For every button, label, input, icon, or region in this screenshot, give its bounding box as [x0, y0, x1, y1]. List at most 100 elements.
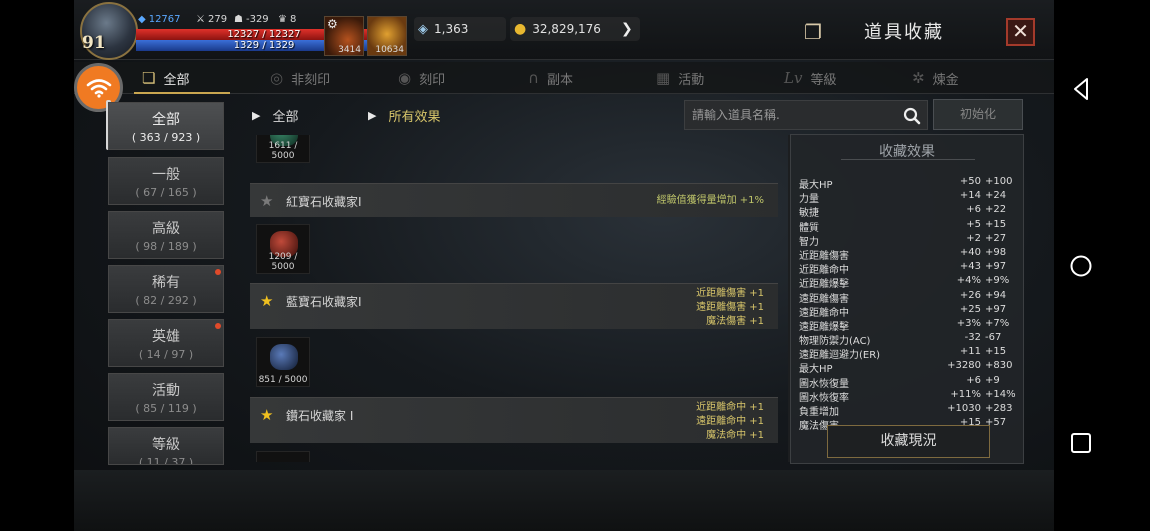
- collection-row[interactable]: ★ 藍寶石收藏家I 近距離傷害 +1 遠距離傷害 +1 魔法傷害 +1: [250, 283, 778, 329]
- collection-book-icon: ❐: [804, 20, 822, 44]
- effect-current-value: +11%: [950, 388, 981, 400]
- tab-engrave[interactable]: ◉ 刻印: [398, 66, 445, 90]
- category-count: ( 14 / 97 ): [138, 348, 194, 361]
- quick-slot-potion[interactable]: ⚙ 3414: [324, 16, 364, 56]
- effect-stat-row: 遠距離傷害 +26 +94: [799, 289, 1019, 305]
- collection-effects: 經驗值獲得量增加 +1%: [657, 194, 764, 208]
- tab-dungeon[interactable]: ∩ 副本: [528, 66, 573, 90]
- category-filter-label: 全部: [272, 110, 299, 125]
- effect-current-value: +5: [966, 218, 981, 230]
- effect-current-value: +6: [966, 374, 981, 386]
- gold-coin-icon: ●: [514, 21, 527, 37]
- category-name: 英雄: [152, 329, 180, 345]
- effect-stat-name: 遠距離迴避力(ER): [799, 350, 881, 362]
- collection-item-slot[interactable]: 1611 / 5000: [256, 135, 310, 163]
- notification-dot: [215, 269, 221, 275]
- karma-stat: ☗ -329: [234, 14, 269, 25]
- diamond-currency: ◈ 1,363: [414, 17, 506, 41]
- effect-stat-row: 最大HP +50 +100: [799, 176, 1019, 191]
- effect-stat-row: 最大HP +3280 +830: [799, 360, 1019, 375]
- item-search-input[interactable]: [685, 101, 895, 129]
- quick-slot-count: 10634: [375, 45, 404, 55]
- effect-stat-row: 力量 +14 +24: [799, 190, 1019, 205]
- tab-alchemy[interactable]: ✲ 煉金: [912, 66, 959, 90]
- effect-max-value: +9: [985, 374, 1000, 386]
- back-button[interactable]: [1068, 76, 1094, 102]
- collection-row[interactable]: ★ 紅寶石收藏家I 經驗值獲得量增加 +1%: [250, 183, 778, 217]
- item-search-box: [684, 100, 928, 130]
- effect-stat-row: 敏捷 +6 +22: [799, 204, 1019, 219]
- gear-icon[interactable]: ⚙: [327, 17, 338, 31]
- star-icon[interactable]: ★: [260, 192, 273, 210]
- trophy-value: 8: [289, 14, 297, 25]
- close-button[interactable]: ✕: [1006, 18, 1035, 46]
- category-level[interactable]: 等級 ( 11 / 37 ): [108, 427, 224, 465]
- effect-stat-name: 負重增加: [799, 407, 839, 418]
- tab-event[interactable]: ▦ 活動: [656, 66, 704, 90]
- effect-current-value: +14: [959, 190, 981, 202]
- quick-slot-count: 3414: [338, 45, 361, 55]
- level-icon: Lv: [784, 69, 803, 87]
- page-title: 道具收藏: [864, 22, 944, 43]
- power-value: 12767: [148, 14, 181, 25]
- reset-button[interactable]: 初始化: [933, 99, 1023, 130]
- effect-max-value: +97: [985, 261, 1007, 273]
- effect-current-value: +40: [959, 246, 981, 258]
- effect-stat-name: 近距離傷害: [799, 250, 849, 262]
- title-divider: [841, 159, 975, 160]
- collection-item-slot[interactable]: [256, 451, 310, 462]
- home-button[interactable]: [1068, 253, 1094, 279]
- effect-stat-row: 體質 +5 +15: [799, 218, 1019, 234]
- category-count: ( 85 / 119 ): [135, 402, 197, 415]
- notification-dot: [215, 323, 221, 329]
- category-rare[interactable]: 稀有 ( 82 / 292 ): [108, 265, 224, 313]
- tab-all[interactable]: ❏ 全部: [142, 66, 189, 90]
- tab-level[interactable]: Lv 等級: [784, 66, 836, 90]
- collection-status-button[interactable]: 收藏現況: [827, 425, 990, 458]
- chevron-right-icon[interactable]: ❯: [621, 21, 633, 37]
- category-name: 稀有: [152, 275, 180, 291]
- effect-max-value: +27: [985, 232, 1007, 244]
- category-normal[interactable]: 一般 ( 67 / 165 ): [108, 157, 224, 205]
- tab-label: 活動: [678, 72, 705, 88]
- gold-value: 32,829,176: [532, 22, 601, 36]
- quick-slot-scroll[interactable]: 10634: [367, 16, 407, 56]
- tab-bar: ❏ 全部 ◎ 非刻印 ◉ 刻印 ∩ 副本 ▦ 活動 Lv 等級 ✲ 煉金: [74, 62, 1054, 94]
- effect-line: 近距離命中 +1: [696, 402, 764, 413]
- collection-row[interactable]: ★ 鑽石收藏家 I 近距離命中 +1 遠距離命中 +1 魔法命中 +1: [250, 397, 778, 443]
- effect-stat-row: 近距離命中 +43 +97: [799, 261, 1019, 276]
- top-status-bar: 91 ◆ 12767 ⚔ 279 ☗ -329 ♛ 8 12327 / 1232…: [74, 0, 1054, 60]
- star-icon[interactable]: ★: [260, 406, 273, 424]
- triangle-right-icon: ▶: [368, 109, 377, 122]
- effect-stat-row: 圖水恢復率 +11% +14%: [799, 388, 1019, 404]
- category-all[interactable]: 全部 ( 363 / 923 ): [108, 102, 224, 150]
- category-count: ( 11 / 37 ): [138, 456, 194, 465]
- tab-label: 煉金: [932, 72, 959, 88]
- recents-button[interactable]: [1068, 430, 1094, 456]
- collection-item-slot[interactable]: 851 / 5000: [256, 337, 310, 387]
- effect-line: 魔法命中 +1: [706, 430, 764, 441]
- effect-current-value: +26: [959, 289, 981, 301]
- effect-max-value: +24: [985, 190, 1007, 202]
- category-hero[interactable]: 英雄 ( 14 / 97 ): [108, 319, 224, 367]
- effect-max-value: +14%: [985, 388, 1016, 400]
- category-count: ( 67 / 165 ): [135, 186, 197, 199]
- category-filter-dropdown[interactable]: ▶ 全部: [252, 106, 298, 125]
- category-count: ( 98 / 189 ): [135, 240, 197, 253]
- effect-max-value: +97: [985, 303, 1007, 315]
- tab-non-engrave[interactable]: ◎ 非刻印: [270, 66, 330, 90]
- gift-icon: ▦: [656, 69, 671, 87]
- search-icon[interactable]: [903, 107, 921, 125]
- effect-line: 遠距離命中 +1: [696, 416, 764, 427]
- sword-icon: ⚔: [196, 14, 205, 25]
- effect-current-value: +11: [959, 346, 981, 358]
- effect-line: 遠距離傷害 +1: [696, 302, 764, 313]
- star-icon[interactable]: ★: [260, 292, 273, 310]
- collection-item-slot[interactable]: 1209 / 5000: [256, 224, 310, 274]
- category-event[interactable]: 活動 ( 85 / 119 ): [108, 373, 224, 421]
- effect-filter-dropdown[interactable]: ▶ 所有效果: [368, 106, 440, 125]
- effect-current-value: +43: [959, 261, 981, 273]
- effect-current-value: +4%: [956, 275, 981, 287]
- category-advanced[interactable]: 高級 ( 98 / 189 ): [108, 211, 224, 259]
- game-screen: 91 ◆ 12767 ⚔ 279 ☗ -329 ♛ 8 12327 / 1232…: [74, 0, 1054, 531]
